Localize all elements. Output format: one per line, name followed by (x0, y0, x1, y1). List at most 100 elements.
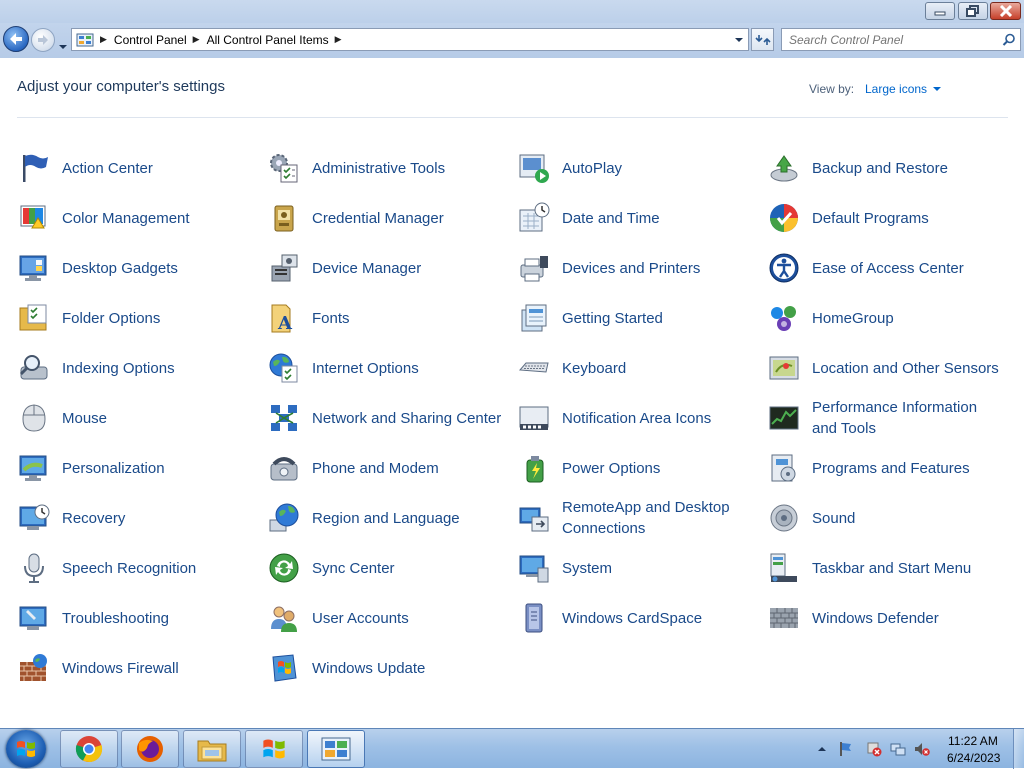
cp-item-label[interactable]: Programs and Features (812, 458, 1002, 479)
windows-update-icon[interactable] (268, 652, 300, 684)
start-button[interactable] (6, 730, 46, 768)
cp-item-sync-center[interactable]: Sync Center (267, 546, 502, 590)
cp-item-windows-defender[interactable]: Windows Defender (767, 596, 1002, 640)
taskbar-app-explorer[interactable] (183, 730, 241, 768)
network-icon[interactable] (890, 741, 906, 757)
cp-item-label[interactable]: Internet Options (312, 358, 502, 379)
forward-button[interactable] (31, 28, 55, 52)
breadcrumb-separator-icon[interactable]: ▶ (335, 35, 342, 45)
cp-item-windows-update[interactable]: Windows Update (267, 646, 502, 690)
fonts-icon[interactable]: A (268, 302, 300, 334)
recovery-icon[interactable] (18, 502, 50, 534)
cp-item-label[interactable]: Device Manager (312, 258, 502, 279)
taskbar-start-menu-icon[interactable] (768, 552, 800, 584)
view-by-dropdown[interactable]: Large icons (865, 82, 942, 96)
sound-icon[interactable] (768, 502, 800, 534)
back-button[interactable] (3, 26, 29, 52)
region-language-icon[interactable] (268, 502, 300, 534)
cp-item-label[interactable]: Region and Language (312, 508, 502, 529)
indexing-options-icon[interactable] (18, 352, 50, 384)
programs-features-icon[interactable] (768, 452, 800, 484)
location-sensors-icon[interactable] (768, 352, 800, 384)
network-sharing-icon[interactable] (268, 402, 300, 434)
cp-item-default-programs[interactable]: Default Programs (767, 196, 1002, 240)
cardspace-icon[interactable] (518, 602, 550, 634)
ease-of-access-icon[interactable] (768, 252, 800, 284)
cp-item-label[interactable]: Windows Defender (812, 608, 1002, 629)
cp-item-location-and-other-sensors[interactable]: Location and Other Sensors (767, 346, 1002, 390)
cp-item-device-manager[interactable]: Device Manager (267, 246, 502, 290)
cp-item-sound[interactable]: Sound (767, 496, 1002, 540)
breadcrumb-separator-icon[interactable]: ▶ (193, 35, 200, 45)
cp-item-label[interactable]: Backup and Restore (812, 158, 1002, 179)
address-bar[interactable]: ▶ Control Panel ▶ All Control Panel Item… (71, 28, 749, 51)
cp-item-devices-and-printers[interactable]: Devices and Printers (517, 246, 752, 290)
security-warning-icon[interactable] (866, 741, 882, 757)
cp-item-label[interactable]: Folder Options (62, 308, 252, 329)
troubleshooting-icon[interactable] (18, 602, 50, 634)
cp-item-fonts[interactable]: A Fonts (267, 296, 502, 340)
cp-item-label[interactable]: AutoPlay (562, 158, 752, 179)
cp-item-label[interactable]: Getting Started (562, 308, 752, 329)
backup-restore-icon[interactable] (768, 152, 800, 184)
cp-item-troubleshooting[interactable]: Troubleshooting (17, 596, 252, 640)
device-manager-icon[interactable] (268, 252, 300, 284)
show-desktop-button[interactable] (1013, 729, 1024, 769)
default-programs-icon[interactable] (768, 202, 800, 234)
cp-item-label[interactable]: Network and Sharing Center (312, 408, 502, 429)
taskbar-app-firefox[interactable] (121, 730, 179, 768)
cp-item-label[interactable]: Desktop Gadgets (62, 258, 252, 279)
cp-item-credential-manager[interactable]: Credential Manager (267, 196, 502, 240)
cp-item-performance-information-and-tools[interactable]: Performance Information and Tools (767, 396, 1002, 440)
mouse-icon[interactable] (18, 402, 50, 434)
internet-options-icon[interactable] (268, 352, 300, 384)
breadcrumb-all-items[interactable]: All Control Panel Items (207, 33, 329, 47)
cp-item-label[interactable]: Action Center (62, 158, 252, 179)
cp-item-label[interactable]: RemoteApp and Desktop Connections (562, 497, 752, 539)
credential-manager-icon[interactable] (268, 202, 300, 234)
speech-recognition-icon[interactable] (18, 552, 50, 584)
date-time-icon[interactable] (518, 202, 550, 234)
getting-started-icon[interactable] (518, 302, 550, 334)
cp-item-label[interactable]: HomeGroup (812, 308, 1002, 329)
cp-item-autoplay[interactable]: AutoPlay (517, 146, 752, 190)
action-center-flag-tray-icon[interactable] (837, 741, 853, 757)
cp-item-label[interactable]: Notification Area Icons (562, 408, 752, 429)
notification-area-icon[interactable] (518, 402, 550, 434)
breadcrumb-separator-icon[interactable]: ▶ (100, 35, 107, 45)
taskbar-app-control-panel[interactable] (307, 730, 365, 768)
cp-item-label[interactable]: Default Programs (812, 208, 1002, 229)
system-icon[interactable] (518, 552, 550, 584)
cp-item-homegroup[interactable]: HomeGroup (767, 296, 1002, 340)
minimize-button[interactable] (925, 2, 955, 20)
breadcrumb-control-panel[interactable]: Control Panel (114, 33, 187, 47)
cp-item-label[interactable]: Recovery (62, 508, 252, 529)
cp-item-label[interactable]: Taskbar and Start Menu (812, 558, 1002, 579)
cp-item-notification-area-icons[interactable]: Notification Area Icons (517, 396, 752, 440)
cp-item-label[interactable]: Power Options (562, 458, 752, 479)
close-button[interactable] (990, 2, 1021, 20)
cp-item-label[interactable]: System (562, 558, 752, 579)
cp-item-label[interactable]: Sync Center (312, 558, 502, 579)
phone-modem-icon[interactable] (268, 452, 300, 484)
cp-item-programs-and-features[interactable]: Programs and Features (767, 446, 1002, 490)
cp-item-label[interactable]: Ease of Access Center (812, 258, 1002, 279)
cp-item-label[interactable]: Mouse (62, 408, 252, 429)
cp-item-recovery[interactable]: Recovery (17, 496, 252, 540)
cp-item-label[interactable]: Location and Other Sensors (812, 358, 1002, 379)
cp-item-label[interactable]: Credential Manager (312, 208, 502, 229)
cp-item-label[interactable]: Fonts (312, 308, 502, 329)
cp-item-folder-options[interactable]: Folder Options (17, 296, 252, 340)
autoplay-icon[interactable] (518, 152, 550, 184)
cp-item-label[interactable]: Personalization (62, 458, 252, 479)
cp-item-windows-firewall[interactable]: Windows Firewall (17, 646, 252, 690)
remoteapp-icon[interactable] (518, 502, 550, 534)
cp-item-indexing-options[interactable]: Indexing Options (17, 346, 252, 390)
sync-center-icon[interactable] (268, 552, 300, 584)
cp-item-region-and-language[interactable]: Region and Language (267, 496, 502, 540)
cp-item-label[interactable]: Troubleshooting (62, 608, 252, 629)
administrative-tools-icon[interactable] (268, 152, 300, 184)
cp-item-label[interactable]: Speech Recognition (62, 558, 252, 579)
cp-item-speech-recognition[interactable]: Speech Recognition (17, 546, 252, 590)
recent-pages-button[interactable] (58, 36, 68, 49)
